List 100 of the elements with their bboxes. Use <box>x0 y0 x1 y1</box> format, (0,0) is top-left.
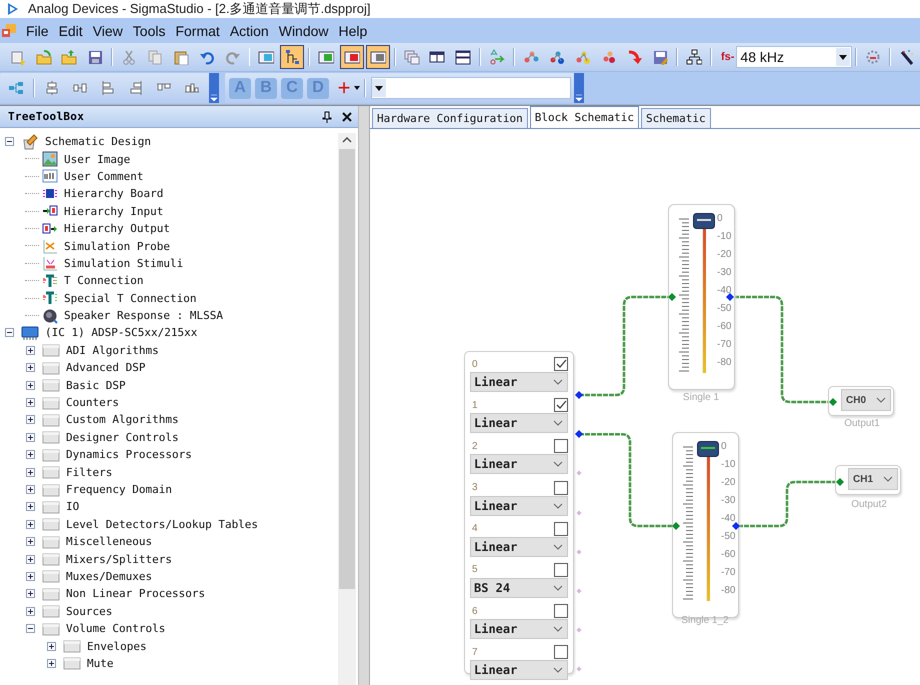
expand-icon[interactable] <box>26 572 35 581</box>
checkbox[interactable] <box>554 439 568 454</box>
expand-icon[interactable] <box>47 642 56 651</box>
toolbar-button[interactable] <box>366 45 390 69</box>
collapse-icon[interactable] <box>26 624 35 634</box>
tree-item[interactable]: Sources <box>63 604 112 618</box>
expand-icon[interactable] <box>47 658 56 668</box>
tree-item[interactable]: Frequency Domain <box>63 483 172 496</box>
checkbox[interactable] <box>554 562 568 577</box>
tree-item[interactable]: Schematic Design <box>42 135 151 148</box>
toolbar-button[interactable] <box>280 45 304 69</box>
scrollbar[interactable] <box>338 133 356 685</box>
expand-icon[interactable] <box>26 450 35 460</box>
sample-rate-dropdown[interactable]: 48 kHz <box>736 46 852 68</box>
menu-item[interactable]: Format <box>170 22 225 38</box>
input-pin[interactable] <box>836 478 844 486</box>
tree-item[interactable]: Filters <box>63 466 112 479</box>
expand-icon[interactable] <box>26 398 35 408</box>
tab[interactable]: Schematic <box>641 108 711 128</box>
expand-icon[interactable] <box>26 415 35 424</box>
tree-item[interactable]: Speaker Response : MLSSA <box>61 309 223 322</box>
menu-item[interactable]: Window <box>274 22 334 38</box>
tree-item[interactable]: IO <box>63 500 80 514</box>
expand-icon[interactable] <box>26 380 35 390</box>
menu-item[interactable]: Action <box>224 22 274 38</box>
checkbox[interactable] <box>554 645 568 660</box>
tree-item[interactable]: Counters <box>63 396 119 410</box>
tree-item[interactable]: Basic DSP <box>63 378 126 392</box>
expand-icon[interactable] <box>26 432 35 442</box>
checkbox[interactable] <box>554 398 568 412</box>
tree-item[interactable]: T Connection <box>61 274 144 288</box>
tree-item[interactable]: Simulation Probe <box>61 240 170 253</box>
output-pin[interactable] <box>575 391 583 399</box>
mode-dropdown[interactable]: Linear <box>470 413 568 434</box>
close-icon[interactable] <box>342 112 352 122</box>
scroll-up-icon[interactable] <box>342 137 352 143</box>
checkbox[interactable] <box>554 357 568 371</box>
tree-item[interactable]: Dynamics Processors <box>63 448 192 462</box>
output-pin[interactable] <box>726 293 734 301</box>
caret-icon[interactable] <box>353 85 361 91</box>
checkbox[interactable] <box>554 522 568 536</box>
tree-item[interactable]: Hierarchy Input <box>61 204 164 218</box>
menu-item[interactable]: Tools <box>128 22 170 38</box>
overflow-icon[interactable] <box>574 73 584 103</box>
overflow-icon[interactable] <box>209 73 219 103</box>
tree-item[interactable]: Volume Controls <box>63 622 166 636</box>
expand-icon[interactable] <box>26 485 35 494</box>
tab[interactable]: Block Schematic <box>530 106 640 128</box>
input-pin[interactable] <box>672 522 680 530</box>
tree-item[interactable]: Level Detectors/Lookup Tables <box>63 518 258 531</box>
input-pin[interactable] <box>829 398 837 406</box>
collapse-icon[interactable] <box>5 137 14 146</box>
expand-icon[interactable] <box>26 502 35 512</box>
mode-dropdown[interactable]: Linear <box>470 372 568 392</box>
tree-item[interactable]: Advanced DSP <box>63 361 146 374</box>
collapse-icon[interactable] <box>5 328 14 338</box>
tree-item[interactable]: Special T Connection <box>61 292 196 305</box>
expand-icon[interactable] <box>26 520 35 529</box>
tree-item[interactable]: Hierarchy Board <box>61 187 164 200</box>
mode-dropdown[interactable]: Linear <box>470 660 568 680</box>
tree-item[interactable]: Hierarchy Output <box>61 222 170 236</box>
expand-icon[interactable] <box>26 468 35 477</box>
input-pin[interactable] <box>668 293 676 301</box>
mode-dropdown[interactable]: Linear <box>470 536 568 557</box>
tree-item[interactable]: Envelopes <box>84 640 147 653</box>
expand-icon[interactable] <box>26 554 35 564</box>
toolbar-button[interactable] <box>340 45 364 69</box>
menu-item[interactable]: View <box>88 22 128 38</box>
slider-handle[interactable] <box>693 213 715 229</box>
expand-icon[interactable] <box>26 589 35 598</box>
checkbox[interactable] <box>554 604 568 618</box>
mode-dropdown[interactable]: Linear <box>470 496 568 516</box>
dropdown-field[interactable] <box>371 77 571 99</box>
tree-item[interactable]: Mixers/Splitters <box>63 552 172 566</box>
tree-item[interactable]: ADI Algorithms <box>63 344 159 357</box>
menu-item[interactable]: File <box>21 22 54 38</box>
tree-item[interactable]: Simulation Stimuli <box>61 256 184 270</box>
channel-dropdown[interactable]: CH1 <box>848 468 898 490</box>
tree-item[interactable]: Muxes/Demuxes <box>63 570 152 583</box>
tree-item[interactable]: Mute <box>84 656 114 670</box>
channel-dropdown[interactable]: CH0 <box>841 389 891 411</box>
expand-icon[interactable] <box>26 606 35 616</box>
menu-item[interactable]: Edit <box>54 22 88 38</box>
menu-item[interactable]: Help <box>334 22 372 38</box>
expand-icon[interactable] <box>26 363 35 372</box>
expand-icon[interactable] <box>26 537 35 546</box>
expand-icon[interactable] <box>26 346 35 355</box>
mode-dropdown[interactable]: Linear <box>470 454 568 474</box>
tree-item[interactable]: User Comment <box>61 170 144 183</box>
tree-item[interactable]: Custom Algorithms <box>63 413 179 426</box>
mode-dropdown[interactable]: BS 24 <box>470 578 568 598</box>
tree-item[interactable]: User Image <box>61 152 130 166</box>
checkbox[interactable] <box>554 480 568 495</box>
tab[interactable]: Hardware Configuration <box>372 108 528 128</box>
slider-handle[interactable] <box>697 441 719 457</box>
tree-item[interactable]: Designer Controls <box>63 430 179 444</box>
pin-icon[interactable] <box>322 110 332 122</box>
tree-item[interactable]: (IC 1) ADSP-SC5xx/215xx <box>42 326 198 340</box>
mode-dropdown[interactable]: Linear <box>470 619 568 640</box>
tree-item[interactable]: Non Linear Processors <box>63 587 206 600</box>
